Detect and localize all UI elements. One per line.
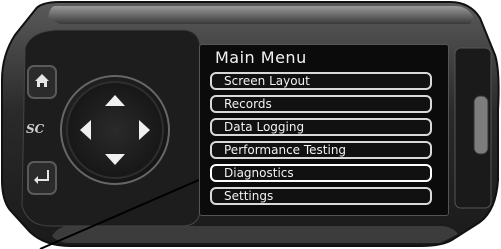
- menu-item-data-logging[interactable]: Data Logging: [210, 118, 432, 136]
- menu-item-label: Records: [224, 97, 272, 111]
- menu-title: Main Menu: [215, 48, 307, 67]
- menu-item-label: Screen Layout: [224, 74, 310, 88]
- menu-item-label: Performance Testing: [224, 143, 347, 157]
- menu-item-label: Diagnostics: [224, 166, 294, 180]
- menu-item-diagnostics[interactable]: Diagnostics: [210, 164, 432, 182]
- menu-item-performance-testing[interactable]: Performance Testing: [210, 141, 432, 159]
- menu-item-records[interactable]: Records: [210, 95, 432, 113]
- home-button[interactable]: [27, 65, 57, 99]
- menu-item-settings[interactable]: Settings: [210, 187, 432, 205]
- menu-item-label: Settings: [224, 189, 274, 203]
- logo-text: SC: [26, 122, 45, 136]
- menu-item-label: Data Logging: [224, 120, 305, 134]
- device-stage: SC Main Menu Screen Layout Records Data …: [0, 0, 501, 249]
- menu-item-screen-layout[interactable]: Screen Layout: [210, 72, 432, 90]
- back-button[interactable]: [27, 161, 57, 195]
